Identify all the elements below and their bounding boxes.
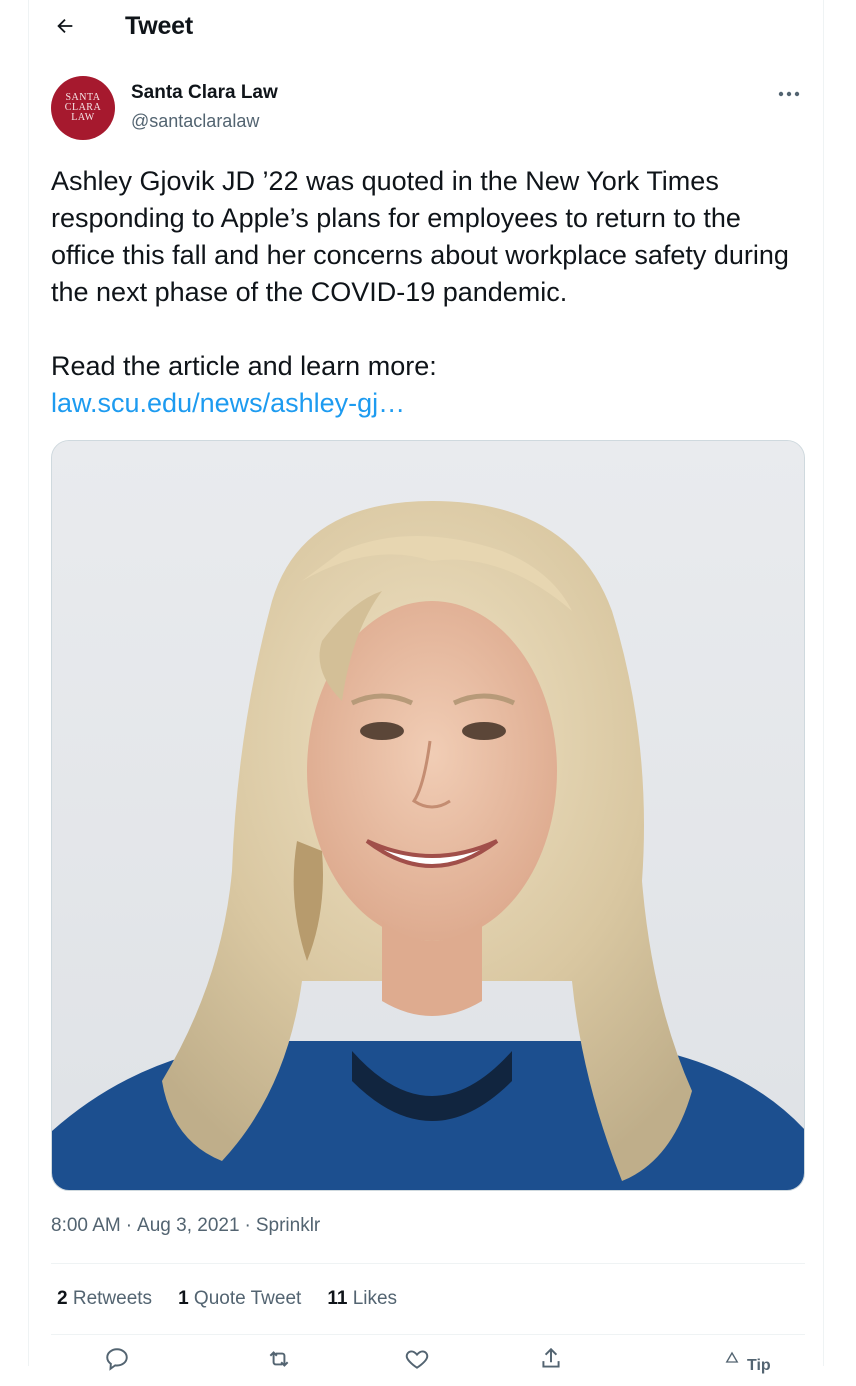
- retweets-stat[interactable]: 2 Retweets: [57, 1287, 152, 1311]
- divider: [51, 1263, 805, 1264]
- more-icon: [778, 91, 800, 97]
- more-options-button[interactable]: [775, 82, 803, 106]
- tweet-column: Tweet SANTA CLARA LAW Santa Clara Law @s…: [28, 0, 825, 1374]
- retweets-count: 2: [57, 1288, 68, 1309]
- top-bar: Tweet: [29, 0, 825, 53]
- article-link[interactable]: law.scu.edu/news/ashley-gj…: [51, 388, 405, 418]
- back-button[interactable]: [47, 8, 83, 44]
- author-handle[interactable]: @santaclaralaw: [131, 109, 259, 133]
- tweet-meta: 8:00 AM · Aug 3, 2021 · Sprinklr: [51, 1214, 320, 1238]
- tip-icon: [725, 1351, 739, 1363]
- tweet-actions: Tip: [51, 1346, 805, 1386]
- arrow-left-icon: [57, 18, 73, 34]
- author-name[interactable]: Santa Clara Law: [131, 81, 278, 105]
- share-button[interactable]: [531, 1346, 571, 1386]
- heart-icon: [405, 1350, 429, 1369]
- divider: [51, 1334, 805, 1335]
- like-button[interactable]: [397, 1346, 437, 1386]
- tweet-time[interactable]: 8:00 AM: [51, 1215, 121, 1236]
- tweet-photo[interactable]: [51, 440, 805, 1191]
- tweet-paragraph-cta: Read the article and learn more:: [51, 351, 437, 381]
- reply-button[interactable]: [97, 1346, 137, 1386]
- tweet-source[interactable]: Sprinklr: [256, 1215, 320, 1236]
- tip-button[interactable]: Tip: [723, 1346, 783, 1386]
- tip-label: Tip: [747, 1357, 771, 1374]
- avatar-line-3: LAW: [71, 112, 95, 123]
- avatar[interactable]: SANTA CLARA LAW: [51, 76, 115, 140]
- page-title: Tweet: [125, 12, 193, 40]
- author-row: SANTA CLARA LAW Santa Clara Law @santacl…: [51, 76, 803, 140]
- tweet-text: Ashley Gjovik JD ’22 was quoted in the N…: [51, 163, 811, 422]
- likes-stat[interactable]: 11 Likes: [327, 1287, 397, 1311]
- retweet-button[interactable]: [259, 1346, 299, 1386]
- tweet-date[interactable]: Aug 3, 2021: [137, 1215, 239, 1236]
- quotes-label: Quote Tweet: [193, 1288, 302, 1309]
- portrait-photo: [52, 441, 804, 1190]
- separator-dot: ·: [244, 1215, 251, 1236]
- share-icon: [542, 1347, 560, 1368]
- likes-label: Likes: [352, 1288, 398, 1309]
- likes-count: 11: [327, 1288, 348, 1309]
- separator-dot: ·: [125, 1215, 133, 1236]
- quotes-count: 1: [178, 1288, 189, 1309]
- reply-icon: [106, 1348, 128, 1371]
- tweet-paragraph: Ashley Gjovik JD ’22 was quoted in the N…: [51, 166, 789, 307]
- retweets-label: Retweets: [72, 1288, 153, 1309]
- quote-tweets-stat[interactable]: 1 Quote Tweet: [178, 1287, 301, 1311]
- retweet-icon: [269, 1351, 289, 1367]
- tweet-stats: 2 Retweets 1 Quote Tweet 11 Likes: [57, 1287, 423, 1311]
